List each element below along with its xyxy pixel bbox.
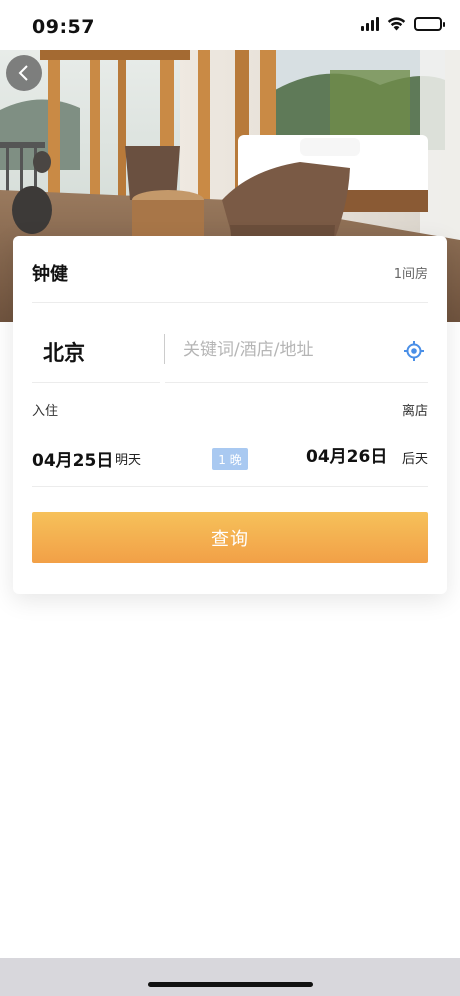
chevron-left-icon bbox=[18, 65, 28, 81]
home-bar-area bbox=[0, 958, 460, 996]
status-bar: 09:57 bbox=[0, 0, 460, 50]
divider bbox=[164, 334, 165, 364]
nights-badge: 1 晚 bbox=[212, 448, 248, 470]
wifi-icon bbox=[387, 17, 406, 31]
checkout-date[interactable]: 04月26日 bbox=[306, 442, 387, 467]
keyword-search-input[interactable] bbox=[183, 334, 393, 366]
battery-icon bbox=[414, 17, 445, 31]
back-button[interactable] bbox=[6, 55, 42, 91]
booking-card: 钟健 1间房 北京 入住 离店 04月25日 明天 1 晚 04月26日 后天 … bbox=[13, 236, 447, 594]
status-icons bbox=[361, 17, 445, 31]
signal-icon bbox=[361, 17, 379, 31]
divider bbox=[165, 382, 428, 383]
checkout-day: 后天 bbox=[401, 452, 428, 467]
divider bbox=[32, 486, 428, 487]
divider bbox=[32, 382, 160, 383]
guest-name: 钟健 bbox=[32, 264, 68, 285]
checkin-day: 明天 bbox=[115, 453, 142, 468]
locate-icon[interactable] bbox=[403, 340, 425, 362]
status-time: 09:57 bbox=[32, 16, 95, 38]
city-selector[interactable]: 北京 bbox=[43, 337, 85, 367]
checkout-label: 离店 bbox=[401, 404, 428, 419]
checkin-date[interactable]: 04月25日 bbox=[32, 446, 113, 471]
room-count[interactable]: 1间房 bbox=[394, 263, 428, 282]
checkin-label: 入住 bbox=[32, 404, 59, 419]
search-button[interactable]: 查询 bbox=[32, 512, 428, 563]
home-indicator[interactable] bbox=[148, 982, 313, 987]
guest-row[interactable]: 钟健 1间房 bbox=[32, 236, 428, 303]
